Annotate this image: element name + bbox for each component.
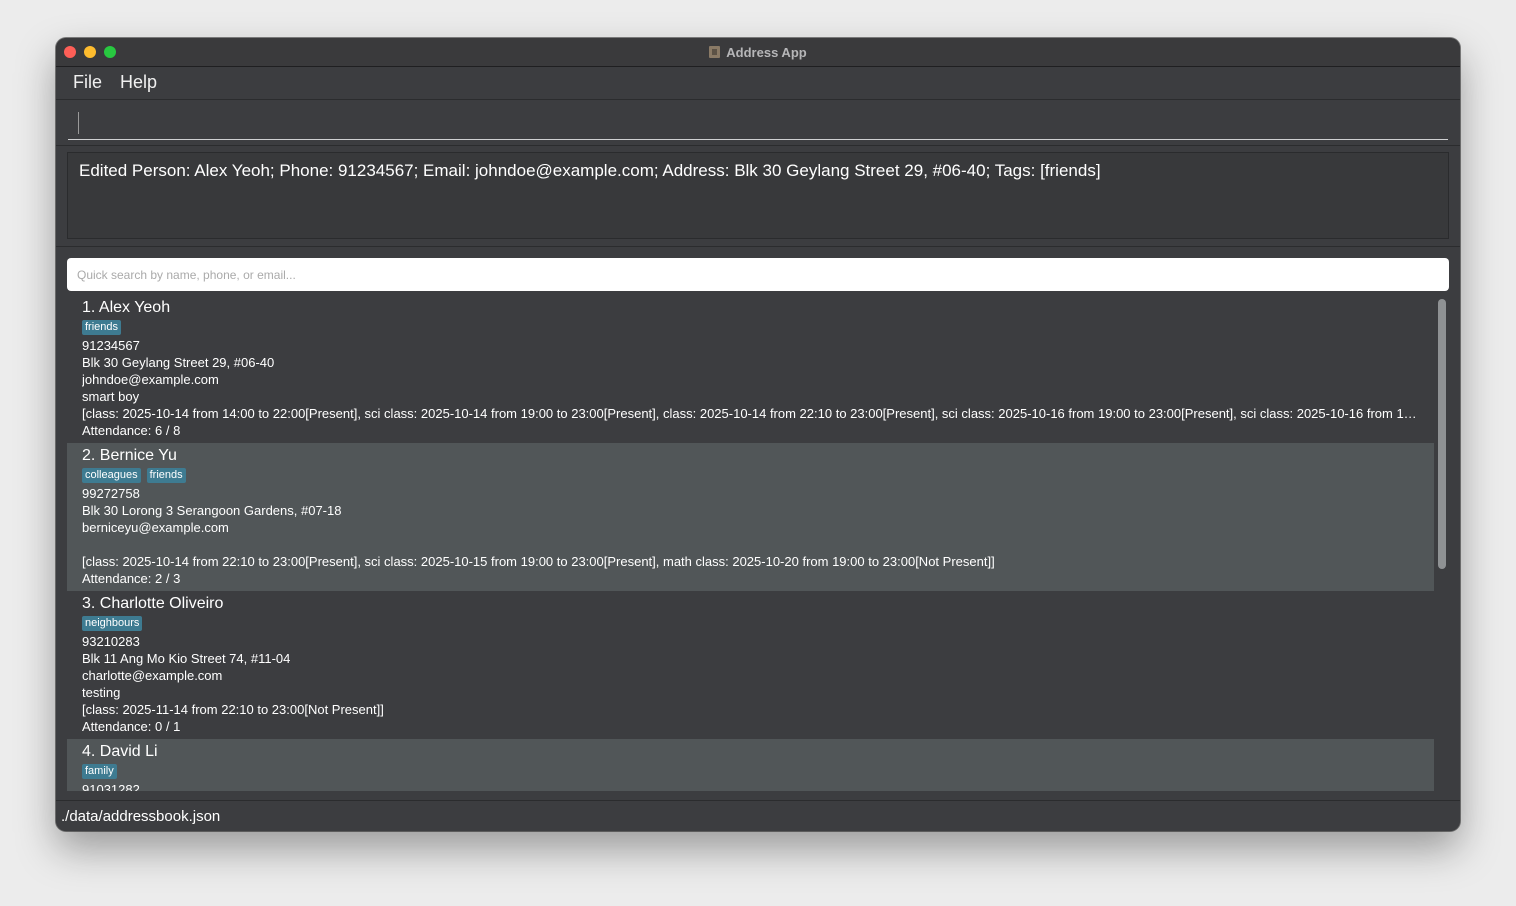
title-bar: Address App bbox=[56, 38, 1460, 67]
person-name: 2. Bernice Yu bbox=[82, 447, 177, 464]
tag-list: friends bbox=[82, 320, 1419, 337]
person-name: 1. Alex Yeoh bbox=[82, 299, 171, 316]
person-classes: [class: 2025-10-14 from 22:10 to 23:00[P… bbox=[82, 554, 995, 569]
person-remark: smart boy bbox=[82, 389, 140, 404]
person-list[interactable]: 1. Alex Yeoh friends 91234567 Blk 30 Gey… bbox=[67, 295, 1449, 791]
app-icon bbox=[709, 46, 721, 58]
person-address: Blk 30 Lorong 3 Serangoon Gardens, #07-1… bbox=[82, 503, 342, 518]
tag-badge: neighbours bbox=[82, 616, 143, 631]
person-card[interactable]: 4. David Li family 91031282 bbox=[67, 739, 1434, 791]
app-window: Address App File Help Edited Person: Ale… bbox=[56, 38, 1460, 831]
person-card[interactable]: 2. Bernice Yu colleagues friends 9927275… bbox=[67, 443, 1434, 591]
result-display-area: Edited Person: Alex Yeoh; Phone: 9123456… bbox=[56, 146, 1460, 247]
person-phone: 93210283 bbox=[82, 634, 140, 649]
person-address: Blk 11 Ang Mo Kio Street 74, #11-04 bbox=[82, 651, 291, 666]
save-location-path: ./data/addressbook.json bbox=[61, 808, 221, 825]
tag-badge: friends bbox=[146, 468, 186, 483]
menu-help[interactable]: Help bbox=[120, 72, 157, 93]
person-attendance: Attendance: 6 / 8 bbox=[82, 423, 181, 438]
text-caret bbox=[78, 112, 79, 134]
tag-list: family bbox=[82, 764, 1419, 781]
person-attendance: Attendance: 0 / 1 bbox=[82, 719, 181, 734]
tag-badge: friends bbox=[82, 320, 122, 335]
menu-bar: File Help bbox=[56, 67, 1460, 100]
person-card[interactable]: 3. Charlotte Oliveiro neighbours 9321028… bbox=[67, 591, 1434, 739]
person-address: Blk 30 Geylang Street 29, #06-40 bbox=[82, 355, 275, 370]
person-phone: 99272758 bbox=[82, 486, 140, 501]
window-title: Address App bbox=[726, 44, 807, 60]
quick-search-input[interactable] bbox=[67, 258, 1449, 291]
person-attendance: Attendance: 2 / 3 bbox=[82, 571, 181, 586]
menu-file[interactable]: File bbox=[73, 72, 102, 93]
person-name: 4. David Li bbox=[82, 743, 158, 760]
window-title-container: Address App bbox=[56, 38, 1460, 66]
status-bar: ./data/addressbook.json bbox=[56, 800, 1460, 831]
person-name: 3. Charlotte Oliveiro bbox=[82, 595, 224, 612]
person-remark: testing bbox=[82, 685, 121, 700]
result-display: Edited Person: Alex Yeoh; Phone: 9123456… bbox=[67, 152, 1449, 239]
list-scrollbar[interactable] bbox=[1438, 299, 1446, 569]
person-card[interactable]: 1. Alex Yeoh friends 91234567 Blk 30 Gey… bbox=[67, 295, 1434, 443]
command-input[interactable] bbox=[68, 104, 1448, 140]
tag-badge: family bbox=[82, 764, 117, 779]
person-classes: [class: 2025-10-14 from 14:00 to 22:00[P… bbox=[82, 406, 1419, 421]
tag-list: colleagues friends bbox=[82, 468, 1419, 485]
tag-badge: colleagues bbox=[82, 468, 141, 483]
person-email: charlotte@example.com bbox=[82, 668, 223, 683]
command-box bbox=[56, 100, 1460, 146]
person-phone: 91031282 bbox=[82, 782, 140, 791]
person-classes: [class: 2025-11-14 from 22:10 to 23:00[N… bbox=[82, 702, 384, 717]
person-list-panel: 1. Alex Yeoh friends 91234567 Blk 30 Gey… bbox=[56, 248, 1460, 801]
person-email: johndoe@example.com bbox=[82, 372, 219, 387]
person-remark bbox=[82, 536, 1419, 553]
person-phone: 91234567 bbox=[82, 338, 140, 353]
tag-list: neighbours bbox=[82, 616, 1419, 633]
person-email: berniceyu@example.com bbox=[82, 520, 229, 535]
